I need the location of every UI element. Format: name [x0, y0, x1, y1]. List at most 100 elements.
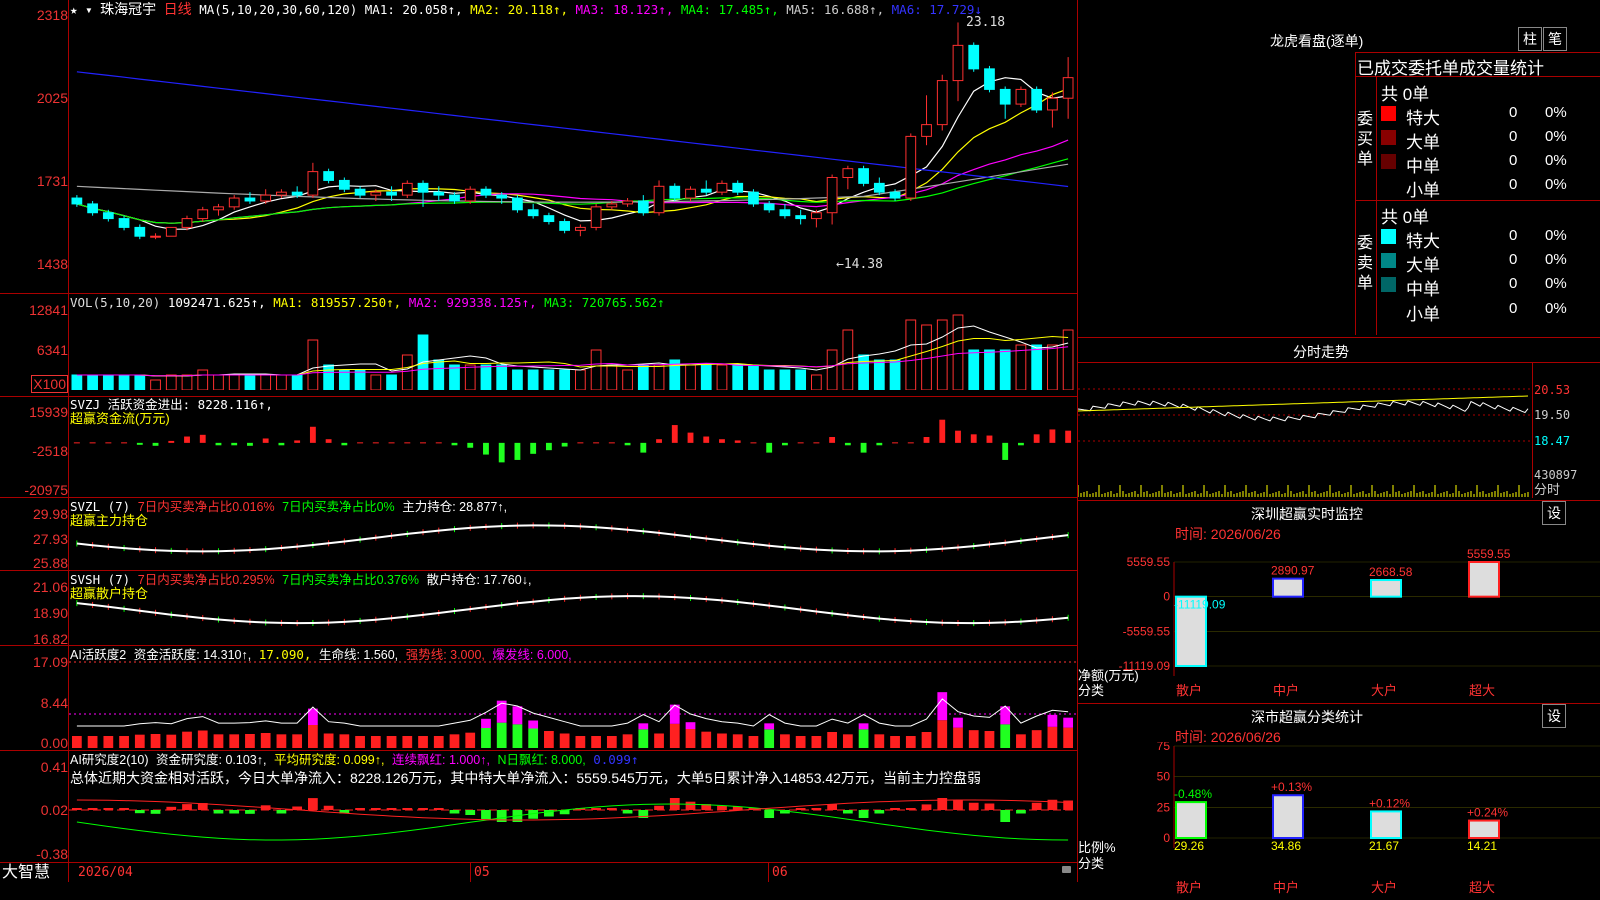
vol-ma2: MA2: 929338.125↑, — [408, 295, 537, 310]
research-bar — [182, 804, 192, 810]
row-value: 0 — [1509, 104, 1518, 121]
ai2-tick: -0.38 — [36, 846, 68, 862]
flow-bar — [923, 437, 930, 443]
bar-mode-button[interactable]: 柱 — [1518, 27, 1542, 51]
svzl-header: SVZL (7) 7日内买卖净占比0.016% 7日内买卖净占比0% 主力持仓:… — [70, 500, 507, 515]
star-icon[interactable]: ★ — [70, 2, 78, 17]
row-pct: 0% — [1545, 176, 1567, 193]
stock-name[interactable]: 珠海冠宇 — [100, 1, 156, 17]
retail-position-chart[interactable] — [69, 588, 1076, 642]
research-bar — [481, 810, 491, 820]
volume-chart[interactable] — [69, 310, 1076, 390]
category-label: 大户 — [1371, 880, 1397, 895]
axis-tick: 0 — [1163, 831, 1170, 845]
sz-class-chart[interactable]: 75 50 25 0 29.26 -0.48% 散户 34.86 +0.13% 中户 21.67 +0… — [1078, 742, 1600, 900]
volume-bar — [118, 374, 130, 390]
flow-bar — [309, 426, 316, 443]
research-bar — [842, 810, 853, 814]
date-label-may[interactable]: 05 — [474, 866, 490, 880]
activity-bar — [795, 736, 806, 748]
activity-line — [76, 698, 1069, 727]
research-bar — [213, 810, 224, 814]
activity-bar — [984, 731, 995, 748]
flow-bar — [184, 436, 190, 443]
svzl-tick: 25.88 — [32, 555, 68, 571]
flow-bar — [451, 442, 458, 446]
ai2-title: AI研究度2(10) — [70, 753, 149, 767]
row-value: 0 — [1509, 152, 1518, 169]
row-name: 小单 — [1406, 181, 1440, 200]
y-axis-label: 比例% — [1078, 840, 1116, 855]
row-name: 中单 — [1406, 157, 1440, 176]
candle-body — [779, 209, 791, 217]
sz-monitor-chart[interactable]: 5559.550-5559.55-11119.09-11119.09散户2890… — [1078, 540, 1600, 700]
vol-value: 1092471.625↑, — [167, 295, 266, 310]
volume-bar — [228, 374, 240, 390]
date-label-apr[interactable]: 2026/04 — [78, 866, 133, 880]
fenshi-tick: 分时 — [1534, 482, 1561, 497]
volume-bar — [197, 369, 209, 390]
sz-monitor-settings-button[interactable]: 设 — [1542, 501, 1566, 525]
date-label-jun[interactable]: 06 — [772, 866, 788, 880]
research-chart[interactable] — [69, 790, 1076, 860]
research-bar — [890, 808, 900, 810]
ai2-header: AI研究度2(10) 资金研究度: 0.103↑, 平均研究度: 0.099↑,… — [70, 753, 638, 768]
period-label[interactable]: 日线 — [164, 1, 192, 17]
candle-body — [118, 218, 130, 228]
flow-bar — [294, 440, 301, 443]
tick-mode-button[interactable]: 笔 — [1543, 27, 1567, 51]
candle-body — [606, 203, 618, 208]
activity-bar — [811, 736, 822, 748]
svzl-a: 7日内买卖净占比0.016% — [137, 500, 275, 514]
volume-bar — [700, 364, 712, 390]
volume-bar — [338, 369, 350, 390]
change-label: -0.48% — [1174, 787, 1212, 801]
flow-bar — [703, 436, 710, 443]
flow-bar — [325, 439, 332, 443]
volume-bar — [574, 369, 586, 390]
research-bar — [166, 806, 177, 810]
activity-peak — [685, 722, 696, 729]
main-position-chart[interactable] — [69, 515, 1076, 567]
sz-class-settings-button[interactable]: 设 — [1542, 704, 1566, 728]
lock-icon[interactable] — [1062, 866, 1071, 873]
activity-bar — [606, 736, 617, 748]
candle-body — [622, 200, 633, 205]
settings-icon[interactable]: ▾ — [85, 2, 93, 17]
candle-body — [228, 197, 240, 208]
research-bar — [811, 808, 822, 810]
flow-bar — [199, 434, 206, 443]
candle-body — [543, 215, 555, 223]
volume-bar — [213, 374, 224, 390]
axis-tick: 25 — [1157, 800, 1171, 814]
ma-label: MA(5,10,20,30,60,120) — [199, 2, 358, 17]
svzj-tick: 15939 — [29, 404, 68, 420]
ma3-value: MA3: 18.123↑, — [575, 2, 674, 17]
activity-bar — [559, 733, 570, 748]
intraday-chart[interactable] — [1078, 363, 1532, 497]
volume-bar — [464, 364, 476, 390]
candle-body — [165, 226, 177, 237]
super-large-swatch — [1381, 106, 1396, 121]
research-bar — [1016, 810, 1026, 814]
candle-body — [291, 191, 303, 196]
volume-bar — [637, 364, 649, 390]
candlestick-chart[interactable] — [69, 16, 1076, 292]
ai1-tick: 8.44 — [40, 695, 68, 711]
flow-bar — [514, 442, 521, 460]
medium-swatch — [1381, 154, 1396, 169]
fund-flow-chart[interactable] — [69, 404, 1076, 494]
axis-tick: 0 — [1163, 590, 1170, 604]
fenshi-title: 分时走势 — [1293, 344, 1349, 360]
activity-bar — [339, 734, 350, 748]
candle-body — [842, 168, 854, 178]
price-tick: 1438 — [36, 256, 68, 272]
ai1-tick: 0.00 — [40, 735, 68, 751]
activity-bar — [654, 733, 664, 748]
volume-bar — [653, 364, 665, 390]
candle-body — [748, 191, 759, 205]
candle-body — [984, 68, 995, 90]
activity-peak — [638, 723, 649, 730]
research-bar — [968, 802, 979, 810]
activity-chart[interactable] — [69, 660, 1076, 748]
